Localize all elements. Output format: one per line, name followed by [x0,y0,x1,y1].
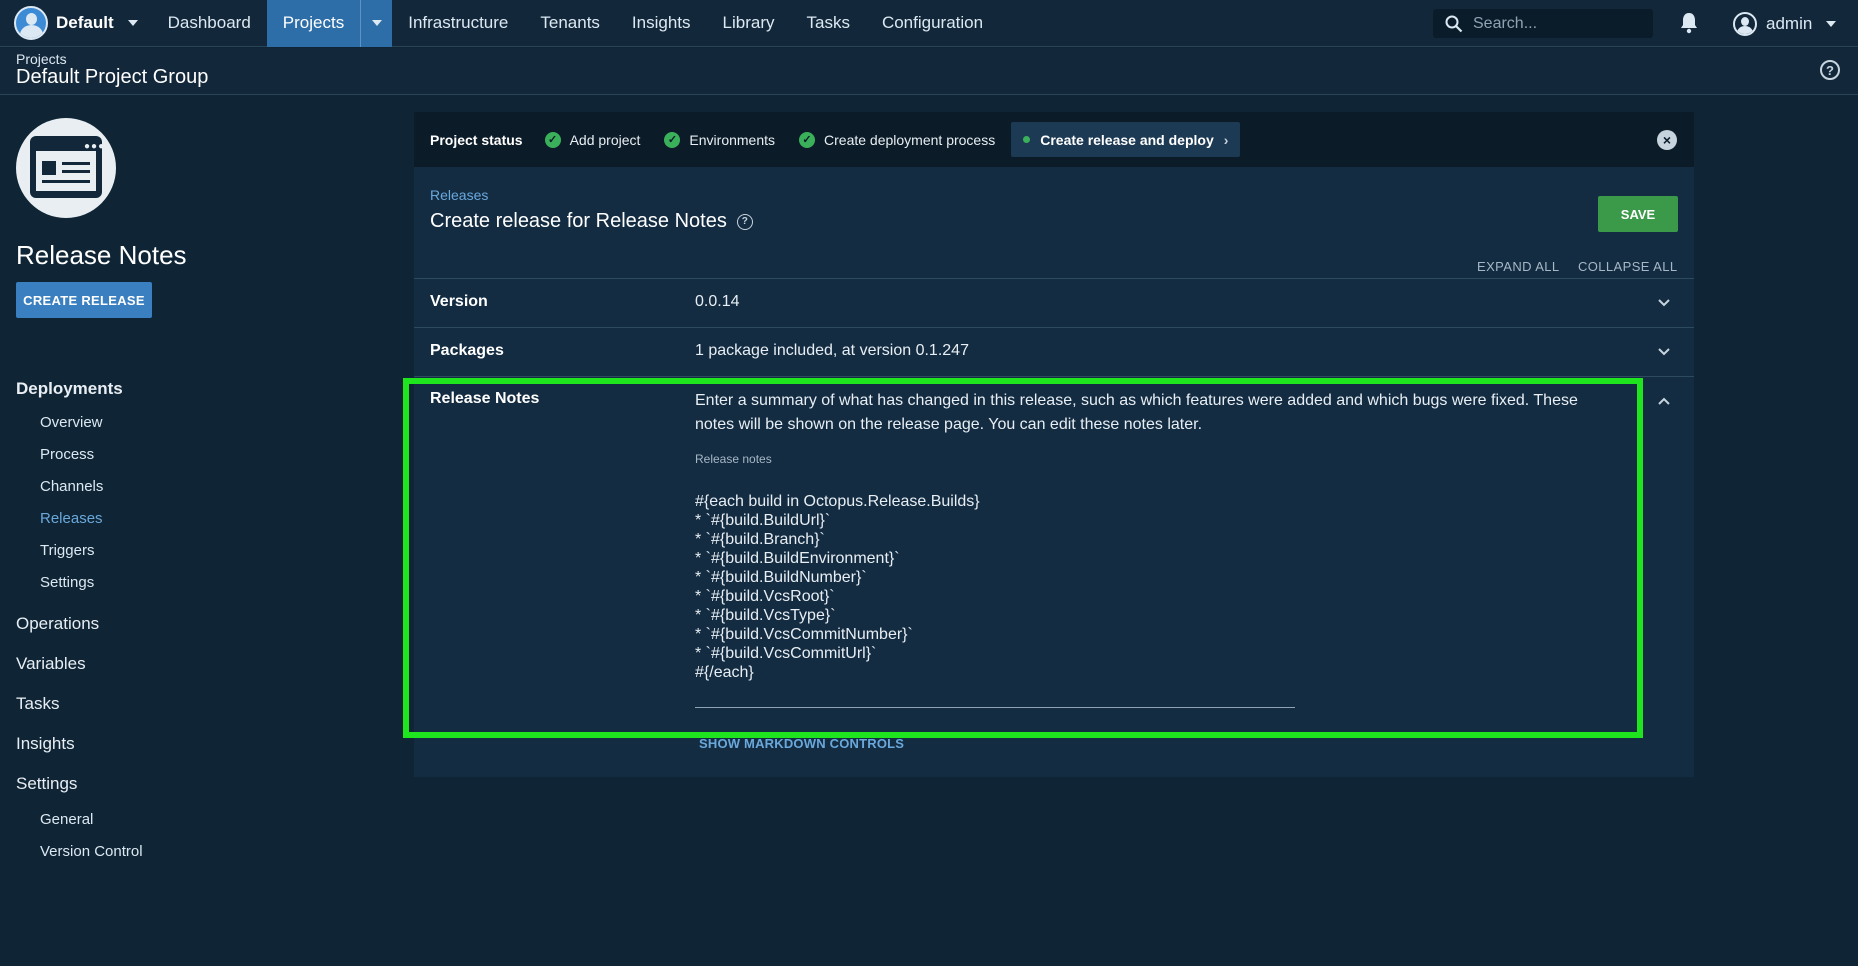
sidebar-item-releases[interactable]: Releases [40,510,103,527]
projects-dropdown-button[interactable] [360,0,393,47]
chevron-up-icon[interactable] [1657,394,1671,408]
chevron-down-icon [371,20,382,26]
user-menu[interactable]: admin [1733,0,1837,47]
project-status-bar: Project status ✓ Add project ✓ Environme… [414,112,1694,167]
sidebar-item-variables[interactable]: Variables [16,654,86,674]
expand-all-button[interactable]: EXPAND ALL [1477,259,1560,274]
page-header: Projects Default Project Group ? [0,48,1858,95]
releases-link[interactable]: Releases [430,187,488,203]
status-step-create-release[interactable]: Create release and deploy › [1011,122,1241,157]
nav-insights[interactable]: Insights [616,0,707,47]
collapse-all-button[interactable]: COLLAPSE ALL [1578,259,1677,274]
version-row[interactable]: Version 0.0.14 [414,278,1694,327]
sidebar-heading-deployments[interactable]: Deployments [16,379,123,399]
chevron-right-icon: › [1223,131,1229,148]
sidebar-heading-settings[interactable]: Settings [16,774,77,794]
close-icon[interactable]: × [1657,130,1677,150]
help-icon[interactable]: ? [736,213,753,230]
status-step-add-project[interactable]: ✓ Add project [544,131,641,148]
sidebar-item-deploy-settings[interactable]: Settings [40,574,94,591]
version-value: 0.0.14 [695,293,740,310]
version-label: Version [430,293,488,310]
status-step-deployment-process[interactable]: ✓ Create deployment process [799,131,996,148]
status-step-environments[interactable]: ✓ Environments [664,131,776,148]
breadcrumb[interactable]: Projects [16,51,67,67]
page-title: Default Project Group [16,66,209,88]
search-icon [1445,15,1463,32]
sidebar-item-overview[interactable]: Overview [40,414,103,431]
space-name: Default [56,13,114,32]
show-markdown-controls-button[interactable]: SHOW MARKDOWN CONTROLS [699,736,904,751]
chevron-down-icon [1826,20,1837,27]
save-button[interactable]: SAVE [1598,196,1678,232]
search-input[interactable]: Search... [1433,9,1653,38]
check-circle-icon: ✓ [544,131,561,148]
user-name: admin [1766,13,1813,33]
nav-dashboard[interactable]: Dashboard [152,0,267,47]
search-placeholder: Search... [1473,14,1538,32]
nav-projects[interactable]: Projects [266,0,361,47]
nav-tasks[interactable]: Tasks [790,0,865,47]
form-title-text: Create release for Release Notes [430,210,727,232]
highlight-box [403,378,1643,738]
project-logo: ●●● [16,118,116,218]
active-dot-icon [1023,136,1031,143]
status-step-label: Add project [569,131,641,148]
packages-row[interactable]: Packages 1 package included, at version … [414,327,1694,376]
help-icon[interactable]: ? [1820,60,1840,80]
form-title: Create release for Release Notes ? [430,210,753,233]
chevron-down-icon [127,20,138,26]
check-circle-icon: ✓ [664,131,681,148]
status-step-label: Environments [689,131,776,148]
nav-library[interactable]: Library [707,0,791,47]
nav-configuration[interactable]: Configuration [866,0,999,47]
space-switcher[interactable]: Default [0,0,152,47]
chevron-down-icon[interactable] [1657,296,1671,310]
user-avatar-icon [1733,11,1757,36]
space-avatar-icon [14,6,48,40]
sidebar-item-channels[interactable]: Channels [40,478,103,495]
sidebar-item-tasks[interactable]: Tasks [16,694,59,714]
chevron-down-icon[interactable] [1657,345,1671,359]
sidebar-item-triggers[interactable]: Triggers [40,542,94,559]
bell-icon[interactable] [1679,11,1699,35]
create-release-button[interactable]: CREATE RELEASE [16,282,152,318]
sidebar-item-operations[interactable]: Operations [16,614,99,634]
packages-value: 1 package included, at version 0.1.247 [695,342,969,359]
status-step-label: Create release and deploy [1040,131,1214,148]
nav-tenants[interactable]: Tenants [524,0,616,47]
status-step-label: Create deployment process [824,131,996,148]
project-title: Release Notes [16,240,187,270]
sidebar-item-general[interactable]: General [40,811,93,828]
nav-infrastructure[interactable]: Infrastructure [392,0,524,47]
sidebar-item-version-control[interactable]: Version Control [40,843,143,860]
sidebar-item-insights[interactable]: Insights [16,734,75,754]
sidebar-item-process[interactable]: Process [40,446,94,463]
release-notes-row-divider [414,376,1694,377]
packages-label: Packages [430,342,504,359]
check-circle-icon: ✓ [799,131,816,148]
project-status-label: Project status [430,131,523,148]
